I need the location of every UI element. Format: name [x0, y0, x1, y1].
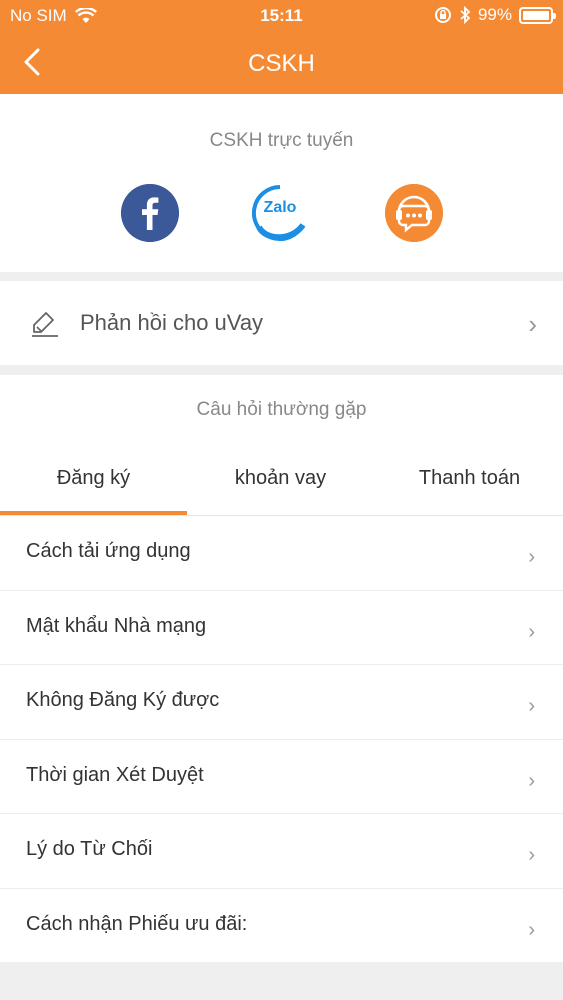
- battery-icon: [519, 6, 556, 24]
- orientation-lock-icon: [434, 7, 451, 23]
- facebook-icon[interactable]: [121, 184, 179, 242]
- support-chat-icon[interactable]: [385, 184, 443, 242]
- online-support-section: CSKH trực tuyến Zalo: [0, 94, 563, 272]
- faq-item[interactable]: Mật khẩu Nhà mạng ›: [0, 591, 563, 666]
- chevron-right-icon: ›: [528, 769, 535, 792]
- zalo-label: Zalo: [264, 199, 297, 216]
- faq-section: Câu hỏi thường gặp Đăng ký khoản vay Tha…: [0, 375, 563, 962]
- chevron-right-icon: ›: [528, 844, 535, 867]
- chevron-right-icon: ›: [528, 620, 535, 643]
- tab-thanh-toan[interactable]: Thanh toán: [376, 467, 563, 490]
- battery-level: [523, 10, 549, 20]
- chevron-right-icon: ›: [528, 918, 535, 941]
- faq-item[interactable]: Thời gian Xét Duyệt ›: [0, 740, 563, 815]
- chevron-right-icon: ›: [528, 309, 537, 339]
- faq-item-label: Cách nhận Phiếu ưu đãi:: [26, 912, 248, 935]
- faq-item-label: Cách tải ứng dụng: [26, 540, 191, 562]
- bluetooth-icon: [460, 6, 471, 24]
- chevron-right-icon: ›: [528, 546, 535, 568]
- zalo-icon[interactable]: Zalo: [251, 184, 309, 242]
- faq-item[interactable]: Lý do Từ Chối ›: [0, 814, 563, 889]
- tab-khoan-vay[interactable]: khoản vay: [187, 467, 374, 490]
- faq-item-label: Thời gian Xét Duyệt: [26, 763, 204, 786]
- faq-item[interactable]: Không Đăng Ký được ›: [0, 665, 563, 740]
- faq-title: Câu hỏi thường gặp: [196, 399, 367, 420]
- faq-item-label: Mật khẩu Nhà mạng: [26, 614, 207, 637]
- battery-percent: 99%: [477, 5, 512, 24]
- tab-dang-ky[interactable]: Đăng ký: [0, 467, 187, 490]
- faq-list: Cách tải ứng dụng › Mật khẩu Nhà mạng › …: [0, 516, 563, 964]
- faq-item[interactable]: Cách tải ứng dụng ›: [0, 516, 563, 591]
- app-header: No SIM 15:11 99% CSKH: [0, 0, 563, 94]
- feedback-label: Phản hồi cho uVay: [80, 310, 264, 335]
- online-support-title: CSKH trực tuyến: [209, 130, 354, 151]
- chevron-right-icon: ›: [528, 695, 535, 718]
- edit-icon: [32, 312, 58, 337]
- faq-item-label: Lý do Từ Chối: [26, 838, 153, 861]
- faq-item-label: Không Đăng Ký được: [26, 689, 220, 712]
- faq-item[interactable]: Cách nhận Phiếu ưu đãi: ›: [0, 889, 563, 964]
- feedback-row[interactable]: Phản hồi cho uVay ›: [0, 281, 563, 365]
- status-right: 99%: [434, 5, 556, 25]
- page-title: CSKH: [248, 50, 315, 77]
- status-bar: No SIM 15:11 99%: [0, 0, 563, 32]
